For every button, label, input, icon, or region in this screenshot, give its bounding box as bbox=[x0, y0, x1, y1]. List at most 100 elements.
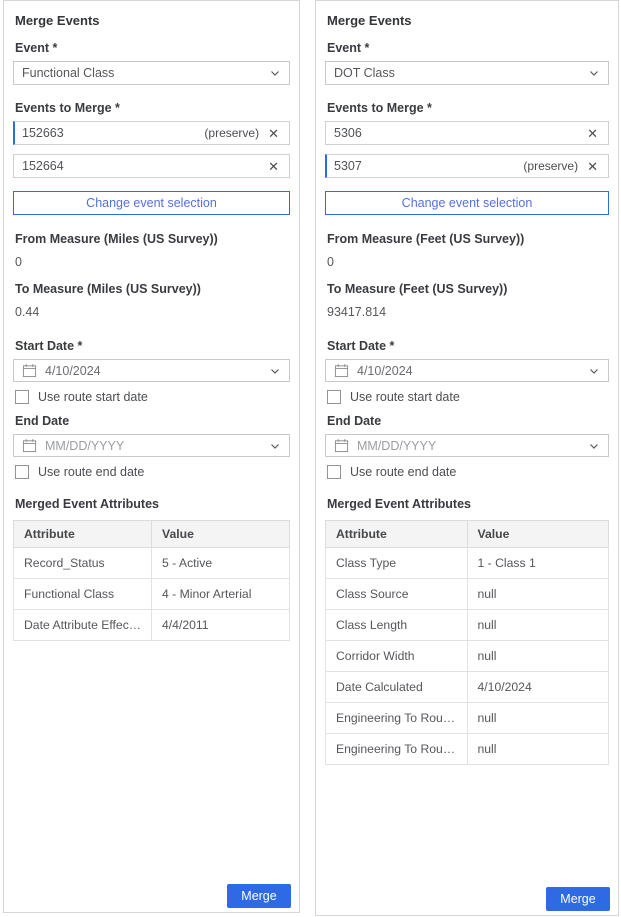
use-route-start-date-label: Use route start date bbox=[38, 390, 148, 404]
panel-title: Merge Events bbox=[327, 13, 609, 28]
calendar-icon bbox=[22, 363, 37, 378]
use-route-end-date-label: Use route end date bbox=[38, 465, 144, 479]
table-cell: Corridor Width bbox=[326, 641, 468, 672]
use-route-start-date-label: Use route start date bbox=[350, 390, 460, 404]
event-id: 5307 bbox=[334, 159, 523, 173]
table-cell: 4/4/2011 bbox=[152, 610, 290, 641]
from-measure-label: From Measure (Feet (US Survey)) bbox=[327, 232, 609, 246]
event-to-merge-input[interactable]: 5307 (preserve) ✕ bbox=[325, 154, 609, 178]
event-select[interactable]: Functional Class bbox=[13, 61, 290, 85]
start-date-label: Start Date * bbox=[15, 339, 290, 353]
from-measure-value: 0 bbox=[15, 255, 290, 269]
merged-attributes-table: AttributeValueRecord_Status5 - ActiveFun… bbox=[13, 520, 290, 641]
event-select-value: DOT Class bbox=[334, 66, 588, 80]
table-cell: Class Length bbox=[326, 610, 468, 641]
use-route-end-date-checkbox[interactable] bbox=[15, 465, 29, 479]
chevron-down-icon bbox=[588, 67, 600, 79]
merged-event-attributes-title: Merged Event Attributes bbox=[15, 497, 290, 511]
table-cell: null bbox=[467, 703, 609, 734]
use-route-end-date-row: Use route end date bbox=[15, 465, 290, 479]
table-row: Corridor Widthnull bbox=[326, 641, 609, 672]
table-cell: 5 - Active bbox=[152, 548, 290, 579]
event-id: 152663 bbox=[22, 126, 204, 140]
table-cell: null bbox=[467, 610, 609, 641]
table-row: Date Attribute Effective4/4/2011 bbox=[14, 610, 290, 641]
event-to-merge-input[interactable]: 152664 ✕ bbox=[13, 154, 290, 178]
table-row: Engineering To Route ...null bbox=[326, 734, 609, 765]
table-header-cell: Attribute bbox=[326, 521, 468, 548]
from-measure-label: From Measure (Miles (US Survey)) bbox=[15, 232, 290, 246]
start-date-value: 4/10/2024 bbox=[357, 364, 580, 378]
use-route-start-date-checkbox[interactable] bbox=[327, 390, 341, 404]
end-date-picker[interactable]: MM/DD/YYYY bbox=[13, 434, 290, 457]
merge-button[interactable]: Merge bbox=[227, 884, 291, 908]
event-select-value: Functional Class bbox=[22, 66, 269, 80]
table-cell: Class Source bbox=[326, 579, 468, 610]
end-date-picker[interactable]: MM/DD/YYYY bbox=[325, 434, 609, 457]
table-row: Class Lengthnull bbox=[326, 610, 609, 641]
remove-event-icon[interactable]: ✕ bbox=[266, 126, 281, 141]
remove-event-icon[interactable]: ✕ bbox=[585, 159, 600, 174]
calendar-icon bbox=[334, 363, 349, 378]
change-event-selection-button[interactable]: Change event selection bbox=[325, 191, 609, 215]
table-row: Date Calculated4/10/2024 bbox=[326, 672, 609, 703]
chevron-down-icon bbox=[269, 440, 281, 452]
table-cell: 4/10/2024 bbox=[467, 672, 609, 703]
panel-title: Merge Events bbox=[15, 13, 290, 28]
table-cell: 1 - Class 1 bbox=[467, 548, 609, 579]
merge-events-panel-left: Merge Events Event * Functional Class Ev… bbox=[3, 0, 300, 913]
merge-events-panel-right: Merge Events Event * DOT Class Events to… bbox=[315, 0, 619, 916]
from-measure-value: 0 bbox=[327, 255, 609, 269]
preserve-tag: (preserve) bbox=[523, 159, 578, 173]
merged-attributes-table: AttributeValueClass Type1 - Class 1Class… bbox=[325, 520, 609, 765]
table-cell: null bbox=[467, 579, 609, 610]
events-to-merge-label: Events to Merge * bbox=[15, 101, 290, 115]
use-route-start-date-row: Use route start date bbox=[327, 390, 609, 404]
chevron-down-icon bbox=[269, 67, 281, 79]
start-date-value: 4/10/2024 bbox=[45, 364, 261, 378]
chevron-down-icon bbox=[588, 440, 600, 452]
event-to-merge-input[interactable]: 5306 ✕ bbox=[325, 121, 609, 145]
table-cell: Class Type bbox=[326, 548, 468, 579]
use-route-start-date-row: Use route start date bbox=[15, 390, 290, 404]
event-id: 152664 bbox=[22, 159, 259, 173]
end-date-label: End Date bbox=[15, 414, 290, 428]
calendar-icon bbox=[334, 438, 349, 453]
use-route-start-date-checkbox[interactable] bbox=[15, 390, 29, 404]
use-route-end-date-row: Use route end date bbox=[327, 465, 609, 479]
table-row: Class Sourcenull bbox=[326, 579, 609, 610]
event-label: Event * bbox=[327, 41, 609, 55]
table-cell: Engineering To RouteID bbox=[326, 703, 468, 734]
use-route-end-date-label: Use route end date bbox=[350, 465, 456, 479]
chevron-down-icon bbox=[269, 365, 281, 377]
table-header-cell: Value bbox=[467, 521, 609, 548]
event-label: Event * bbox=[15, 41, 290, 55]
start-date-picker[interactable]: 4/10/2024 bbox=[325, 359, 609, 382]
remove-event-icon[interactable]: ✕ bbox=[266, 159, 281, 174]
table-cell: Engineering To Route ... bbox=[326, 734, 468, 765]
calendar-icon bbox=[22, 438, 37, 453]
event-to-merge-input[interactable]: 152663 (preserve) ✕ bbox=[13, 121, 290, 145]
event-id: 5306 bbox=[334, 126, 578, 140]
to-measure-value: 93417.814 bbox=[327, 305, 609, 319]
table-cell: Date Attribute Effective bbox=[14, 610, 152, 641]
table-cell: Date Calculated bbox=[326, 672, 468, 703]
table-row: Engineering To RouteIDnull bbox=[326, 703, 609, 734]
start-date-picker[interactable]: 4/10/2024 bbox=[13, 359, 290, 382]
start-date-label: Start Date * bbox=[327, 339, 609, 353]
event-select[interactable]: DOT Class bbox=[325, 61, 609, 85]
chevron-down-icon bbox=[588, 365, 600, 377]
table-cell: Functional Class bbox=[14, 579, 152, 610]
table-row: Functional Class4 - Minor Arterial bbox=[14, 579, 290, 610]
remove-event-icon[interactable]: ✕ bbox=[585, 126, 600, 141]
end-date-placeholder: MM/DD/YYYY bbox=[357, 439, 580, 453]
use-route-end-date-checkbox[interactable] bbox=[327, 465, 341, 479]
table-row: Record_Status5 - Active bbox=[14, 548, 290, 579]
table-cell: 4 - Minor Arterial bbox=[152, 579, 290, 610]
table-header-cell: Attribute bbox=[14, 521, 152, 548]
end-date-placeholder: MM/DD/YYYY bbox=[45, 439, 261, 453]
merge-button[interactable]: Merge bbox=[546, 887, 610, 911]
end-date-label: End Date bbox=[327, 414, 609, 428]
to-measure-value: 0.44 bbox=[15, 305, 290, 319]
change-event-selection-button[interactable]: Change event selection bbox=[13, 191, 290, 215]
